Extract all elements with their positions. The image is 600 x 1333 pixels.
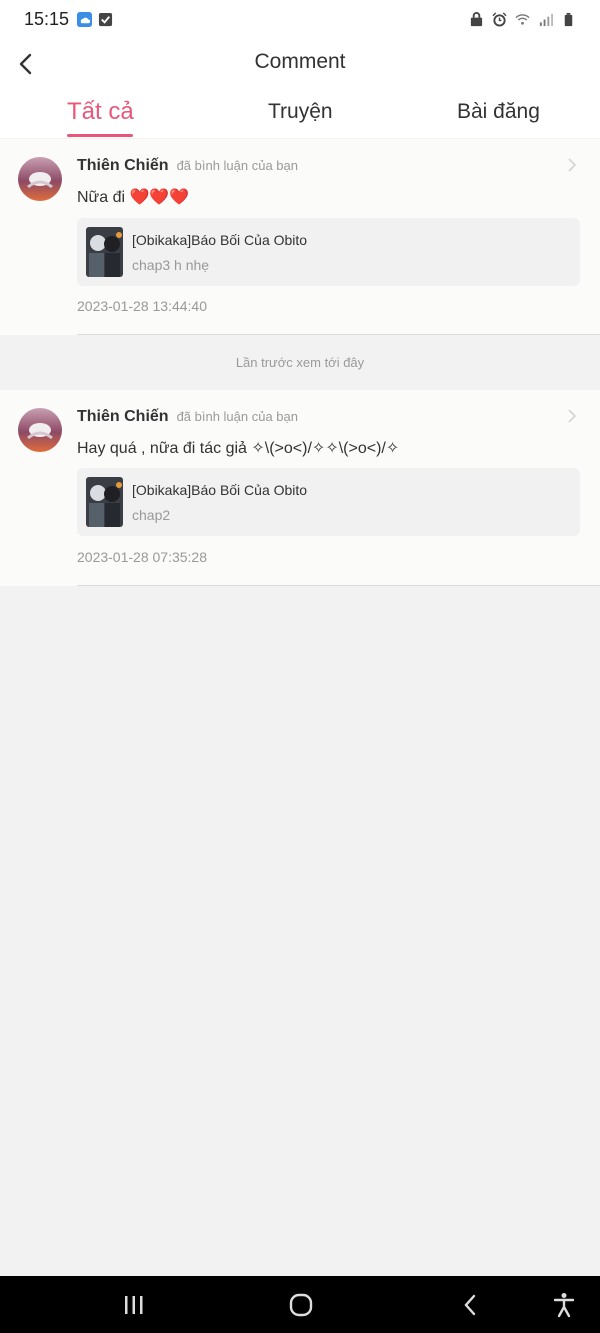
story-reference[interactable]: [Obikaka]Báo Bối Của Obito chap3 h nhẹ (77, 218, 580, 286)
home-button[interactable] (285, 1290, 317, 1320)
comment-text: Nữa đi ❤️❤️❤️ (77, 189, 190, 206)
comment-item[interactable]: Thiên Chiến đã bình luận của bạn Nữa đi … (0, 139, 600, 335)
last-seen-marker: Lần trước xem tới đây (0, 335, 600, 390)
avatar[interactable] (18, 157, 62, 201)
battery-icon (564, 12, 573, 26)
story-cover-image (86, 227, 123, 277)
comment-item[interactable]: Thiên Chiến đã bình luận của bạn Hay quá… (0, 390, 600, 586)
comment-text: Hay quá , nữa đi tác giả ✧\(>o<)/✧✧\(>o<… (77, 440, 400, 457)
story-title: [Obikaka]Báo Bối Của Obito (132, 232, 308, 248)
divider (77, 585, 600, 586)
comment-header: Thiên Chiến đã bình luận của bạn (77, 157, 298, 175)
story-chapter: chap2 (132, 507, 171, 523)
accessibility-icon (553, 1293, 575, 1318)
home-icon (289, 1293, 313, 1317)
app-header: Comment (0, 38, 600, 90)
action-text: đã bình luận của bạn (176, 409, 298, 424)
status-time: 15:15 (24, 8, 70, 29)
story-reference[interactable]: [Obikaka]Báo Bối Của Obito chap2 (77, 468, 580, 536)
tab-all[interactable]: Tất cả (67, 98, 134, 126)
username[interactable]: Thiên Chiến (77, 157, 169, 175)
photo-lock-icon (470, 11, 483, 26)
system-nav-bar (0, 1276, 600, 1333)
chevron-right-icon[interactable] (566, 409, 578, 423)
page-title: Comment (254, 50, 346, 73)
back-icon (464, 1294, 476, 1316)
recent-apps-button[interactable] (118, 1290, 150, 1320)
comment-timestamp: 2023-01-28 07:35:28 (77, 549, 207, 565)
tab-stories[interactable]: Truyện (268, 100, 333, 124)
signal-icon (539, 13, 553, 26)
accessibility-button[interactable] (548, 1290, 580, 1320)
status-bar: 15:15 (0, 0, 600, 38)
recent-apps-icon (125, 1296, 143, 1314)
story-cover-image (86, 477, 123, 527)
cloud-app-icon (77, 11, 93, 27)
alarm-icon (492, 11, 507, 27)
comment-header: Thiên Chiến đã bình luận của bạn (77, 408, 298, 426)
story-title: [Obikaka]Báo Bối Của Obito (132, 482, 308, 498)
active-tab-indicator (67, 134, 133, 137)
wifi-icon (515, 13, 530, 25)
action-text: đã bình luận của bạn (176, 158, 298, 173)
tab-bar: Tất cả Truyện Bài đăng (0, 90, 600, 138)
story-chapter: chap3 h nhẹ (132, 257, 210, 273)
comment-timestamp: 2023-01-28 13:44:40 (77, 298, 207, 314)
back-nav-button[interactable] (454, 1290, 486, 1320)
tab-posts[interactable]: Bài đăng (457, 100, 540, 124)
chevron-right-icon[interactable] (566, 158, 578, 172)
avatar[interactable] (18, 408, 62, 452)
username[interactable]: Thiên Chiến (77, 408, 169, 426)
checkbox-icon (98, 12, 113, 26)
